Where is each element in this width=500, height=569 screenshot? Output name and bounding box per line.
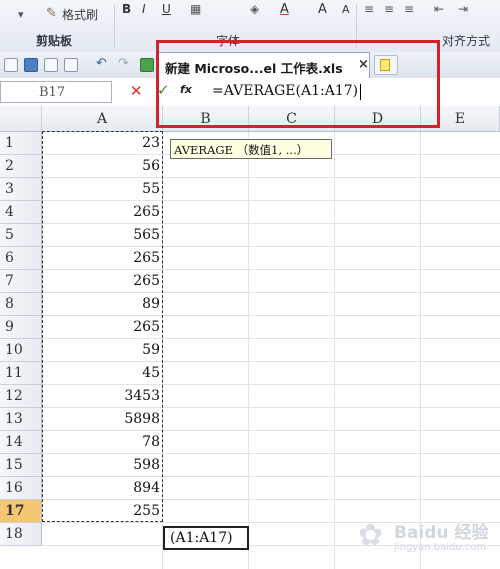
- border-icon[interactable]: ▦: [190, 2, 201, 16]
- fill-color-icon[interactable]: ◈: [250, 2, 259, 16]
- name-box[interactable]: B17: [0, 81, 112, 103]
- row-header[interactable]: 12: [0, 385, 42, 408]
- active-cell-text: (A1:A17): [170, 530, 233, 546]
- row-header[interactable]: 10: [0, 339, 42, 362]
- row-header[interactable]: 2: [0, 155, 42, 178]
- format-painter-button[interactable]: 格式刷: [62, 6, 98, 23]
- row-header[interactable]: 7: [0, 270, 42, 293]
- column-gridline: [334, 132, 335, 569]
- row-header[interactable]: 14: [0, 431, 42, 454]
- copy-marquee: [42, 131, 163, 522]
- annotation-highlight-box: [156, 40, 440, 128]
- watermark: ✿ Baidu 经验 jingyan.baidu.com: [358, 512, 498, 567]
- font-size-down-icon[interactable]: A: [342, 3, 350, 16]
- open-icon[interactable]: [4, 58, 18, 72]
- row-header[interactable]: 17: [0, 500, 42, 523]
- active-cell[interactable]: (A1:A17): [163, 526, 249, 550]
- row-header[interactable]: 3: [0, 178, 42, 201]
- save-icon[interactable]: [24, 58, 38, 72]
- font-color-icon[interactable]: A: [280, 2, 289, 17]
- row-header[interactable]: 1: [0, 132, 42, 155]
- row-header[interactable]: 18: [0, 523, 42, 546]
- align-left-icon[interactable]: ≡: [364, 2, 374, 16]
- wrap-icon[interactable]: ⇥: [458, 2, 468, 16]
- function-tooltip: AVERAGE （数值1, ...）: [170, 139, 332, 159]
- dropdown-arrow-icon[interactable]: ▾: [18, 8, 24, 21]
- column-gridline: [420, 132, 421, 569]
- watermark-name: Baidu 经验: [394, 523, 489, 543]
- row-header[interactable]: 8: [0, 293, 42, 316]
- row-header[interactable]: 16: [0, 477, 42, 500]
- paw-icon: ✿: [358, 518, 384, 553]
- name-box-value: B17: [39, 85, 66, 100]
- italic-icon[interactable]: I: [142, 2, 146, 16]
- row-header[interactable]: 11: [0, 362, 42, 385]
- undo-icon[interactable]: ↶: [96, 56, 107, 71]
- row-header[interactable]: 6: [0, 247, 42, 270]
- bold-icon[interactable]: B: [122, 2, 131, 16]
- print-icon[interactable]: [44, 58, 58, 72]
- cancel-icon[interactable]: ✕: [130, 82, 143, 100]
- row-header[interactable]: 9: [0, 316, 42, 339]
- row-header[interactable]: 15: [0, 454, 42, 477]
- watermark-url: jingyan.baidu.com: [394, 542, 487, 553]
- row-header[interactable]: 4: [0, 201, 42, 224]
- tooltip-text: AVERAGE （数值1, ...）: [174, 143, 309, 157]
- print-preview-icon[interactable]: [64, 58, 78, 72]
- row-header[interactable]: 13: [0, 408, 42, 431]
- group-divider: [114, 4, 115, 48]
- clipboard-group-label: 剪贴板: [36, 34, 73, 48]
- column-gridline: [248, 132, 249, 569]
- select-all-corner[interactable]: [0, 106, 42, 132]
- align-center-icon[interactable]: ≡: [384, 2, 394, 16]
- align-group-label: 对齐方式: [442, 34, 491, 48]
- format-painter-icon[interactable]: ✎: [46, 6, 57, 21]
- indent-icon[interactable]: ⇤: [434, 2, 444, 16]
- row-header[interactable]: 5: [0, 224, 42, 247]
- font-size-up-icon[interactable]: A: [318, 2, 327, 17]
- column-header-a[interactable]: A: [42, 106, 163, 132]
- align-right-icon[interactable]: ≡: [404, 2, 414, 16]
- underline-icon[interactable]: U: [162, 2, 171, 16]
- redo-icon[interactable]: ↷: [118, 56, 129, 71]
- spreadsheet-icon: [140, 58, 154, 72]
